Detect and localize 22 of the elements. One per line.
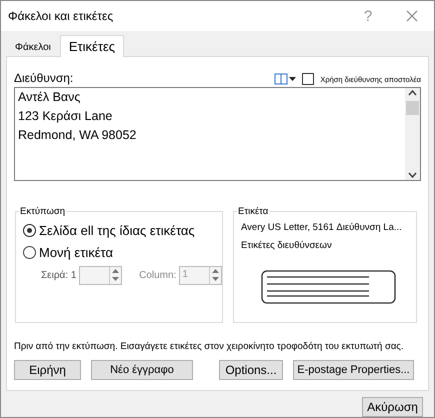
label-info: Avery US Letter, 5161 Διεύθυνση La... [241,221,403,236]
label-info: Ετικέτες διευθύνσεων [241,239,333,254]
tab[interactable]: Ετικέτες [60,35,124,58]
address-book-button[interactable] [274,73,296,86]
action-button[interactable]: Νέο έγγραφο [91,360,193,380]
close-icon [406,10,418,22]
column-value: 1 [181,268,189,282]
radio-option[interactable]: Σελίδα ell της ίδιας ετικέτας [23,220,222,240]
group-title: Ετικέτα [237,206,270,218]
cancel-button[interactable]: Ακύρωση [362,397,423,417]
window-title: Φάκελοι και ετικέτες [8,9,114,23]
instruction-text: Πριν από την εκτύπωση. Εισαγάγετε ετικέτες στον χειροκίνητο τροφοδότη του εκτυπωτή σας. [14,341,405,352]
action-button[interactable]: Ειρήνη [14,360,81,380]
row-label: Σειρά: 1 [41,270,76,282]
column-label: Column: [139,270,176,282]
group-title: Εκτύπωση [19,206,66,218]
action-button[interactable]: Options... [219,360,283,380]
address-label: Διεύθυνση: [14,71,74,86]
row-spinbox[interactable] [79,266,122,286]
checkbox[interactable] [302,73,314,86]
radio-option[interactable]: Μονή ετικέτα [23,242,222,262]
action-button[interactable]: E-postage Properties... [293,360,414,380]
